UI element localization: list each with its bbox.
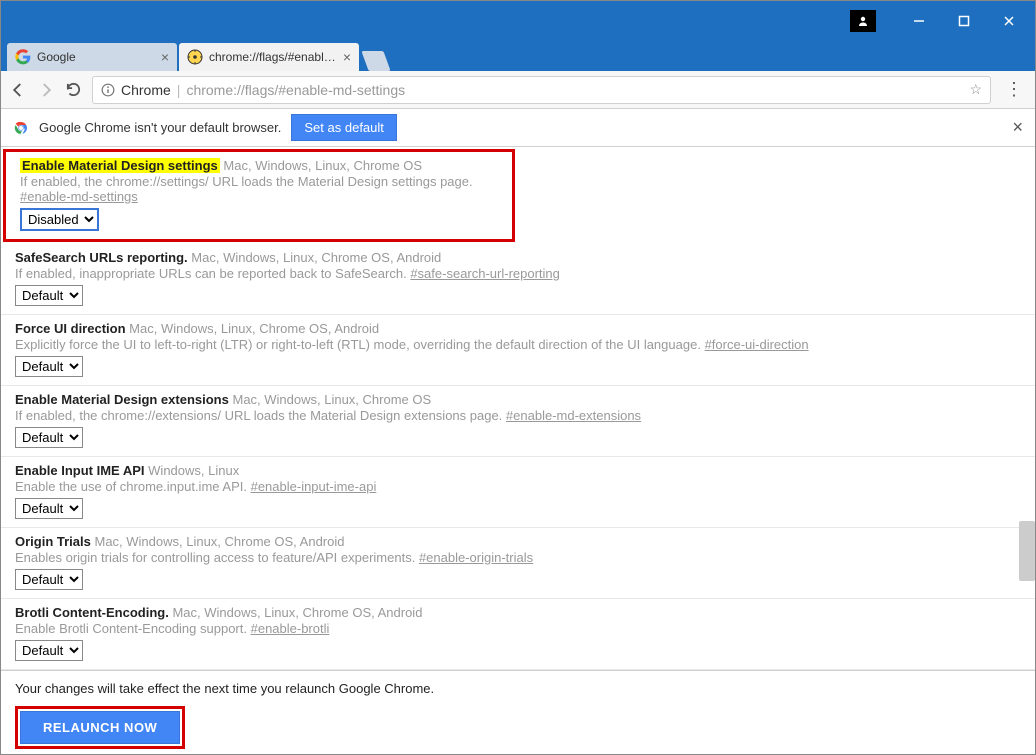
tab-title: Google [37, 50, 155, 64]
infobar-close-icon[interactable]: × [1012, 117, 1023, 138]
flag-platforms: Mac, Windows, Linux, Chrome OS, Android [172, 605, 422, 620]
window-maximize-button[interactable] [941, 6, 986, 36]
back-button[interactable] [9, 81, 27, 99]
flags-content[interactable]: Enable Material Design settings Mac, Win… [1, 147, 1035, 670]
flag-anchor-link[interactable]: #safe-search-url-reporting [410, 266, 560, 281]
flag-select[interactable]: Disabled [20, 208, 99, 231]
flag-platforms: Mac, Windows, Linux, Chrome OS, Android [129, 321, 379, 336]
flag-platforms: Mac, Windows, Linux, Chrome OS, Android [191, 250, 441, 265]
tab-title: chrome://flags/#enable-… [209, 50, 337, 64]
flag-description: Explicitly force the UI to left-to-right… [15, 337, 1021, 352]
relaunch-highlight: RELAUNCH NOW [15, 706, 185, 749]
flag-row: Force UI direction Mac, Windows, Linux, … [1, 315, 1035, 386]
tab-close-icon[interactable]: × [343, 49, 351, 65]
address-bar[interactable]: Chrome | chrome://flags/#enable-md-setti… [92, 76, 991, 104]
tab-google[interactable]: Google × [7, 43, 177, 71]
site-label: Chrome [121, 82, 171, 98]
flag-select[interactable]: Default [15, 640, 83, 661]
tab-strip: Google × chrome://flags/#enable-… × [1, 41, 1035, 71]
new-tab-button[interactable] [361, 51, 390, 71]
relaunch-now-button[interactable]: RELAUNCH NOW [20, 711, 180, 744]
flag-anchor-link[interactable]: #enable-brotli [251, 621, 330, 636]
flag-anchor-link[interactable]: #enable-input-ime-api [251, 479, 377, 494]
flag-description: If enabled, the chrome://extensions/ URL… [15, 408, 1021, 423]
flag-anchor-link[interactable]: #force-ui-direction [705, 337, 809, 352]
flag-select[interactable]: Default [15, 356, 83, 377]
flag-title: Brotli Content-Encoding. [15, 605, 169, 620]
window-minimize-button[interactable] [896, 6, 941, 36]
window-close-button[interactable] [986, 6, 1031, 36]
scrollbar-thumb[interactable] [1019, 521, 1035, 581]
flag-anchor-link[interactable]: #enable-md-settings [20, 189, 138, 204]
forward-button [37, 81, 55, 99]
flag-anchor-link[interactable]: #enable-origin-trials [419, 550, 533, 565]
browser-toolbar: Chrome | chrome://flags/#enable-md-setti… [1, 71, 1035, 109]
flag-platforms: Windows, Linux [148, 463, 239, 478]
flag-row: Origin Trials Mac, Windows, Linux, Chrom… [1, 528, 1035, 599]
reload-button[interactable] [65, 81, 82, 98]
relaunch-footer: Your changes will take effect the next t… [1, 670, 1035, 754]
flag-title: Force UI direction [15, 321, 126, 336]
flag-title: Enable Input IME API [15, 463, 145, 478]
flag-row: Enable Input IME API Windows, LinuxEnabl… [1, 457, 1035, 528]
flag-select[interactable]: Default [15, 427, 83, 448]
set-as-default-button[interactable]: Set as default [291, 114, 397, 141]
flag-title: Enable Material Design extensions [15, 392, 229, 407]
url-text: chrome://flags/#enable-md-settings [186, 82, 405, 98]
user-profile-button[interactable] [850, 10, 876, 32]
footer-message: Your changes will take effect the next t… [15, 681, 1021, 696]
site-info-icon[interactable] [101, 83, 115, 97]
tab-flags[interactable]: chrome://flags/#enable-… × [179, 43, 359, 71]
flag-description: If enabled, inappropriate URLs can be re… [15, 266, 1021, 281]
flag-platforms: Mac, Windows, Linux, Chrome OS, Android [94, 534, 344, 549]
flag-description: Enable Brotli Content-Encoding support. … [15, 621, 1021, 636]
flag-description: If enabled, the chrome://settings/ URL l… [20, 174, 498, 204]
flags-favicon-icon [187, 49, 203, 65]
flag-row: Enable Material Design extensions Mac, W… [1, 386, 1035, 457]
infobar-message: Google Chrome isn't your default browser… [39, 120, 281, 135]
flag-title: SafeSearch URLs reporting. [15, 250, 188, 265]
flag-title: Enable Material Design settings [20, 158, 220, 173]
url-separator: | [177, 82, 181, 98]
tab-close-icon[interactable]: × [161, 49, 169, 65]
google-favicon-icon [15, 49, 31, 65]
browser-menu-button[interactable]: ⋮ [1001, 79, 1027, 100]
flag-select[interactable]: Default [15, 498, 83, 519]
flag-select[interactable]: Default [15, 569, 83, 590]
flag-platforms: Mac, Windows, Linux, Chrome OS [223, 158, 422, 173]
chrome-logo-icon [13, 120, 29, 136]
flag-row: SafeSearch URLs reporting. Mac, Windows,… [1, 244, 1035, 315]
flag-anchor-link[interactable]: #enable-md-extensions [506, 408, 641, 423]
flag-title: Origin Trials [15, 534, 91, 549]
bookmark-star-icon[interactable]: ☆ [969, 81, 982, 98]
flag-select[interactable]: Default [15, 285, 83, 306]
flag-row: Brotli Content-Encoding. Mac, Windows, L… [1, 599, 1035, 670]
default-browser-infobar: Google Chrome isn't your default browser… [1, 109, 1035, 147]
flag-platforms: Mac, Windows, Linux, Chrome OS [232, 392, 431, 407]
flag-description: Enables origin trials for controlling ac… [15, 550, 1021, 565]
flag-description: Enable the use of chrome.input.ime API. … [15, 479, 1021, 494]
window-titlebar [1, 1, 1035, 41]
flag-row: Enable Material Design settings Mac, Win… [3, 149, 515, 242]
